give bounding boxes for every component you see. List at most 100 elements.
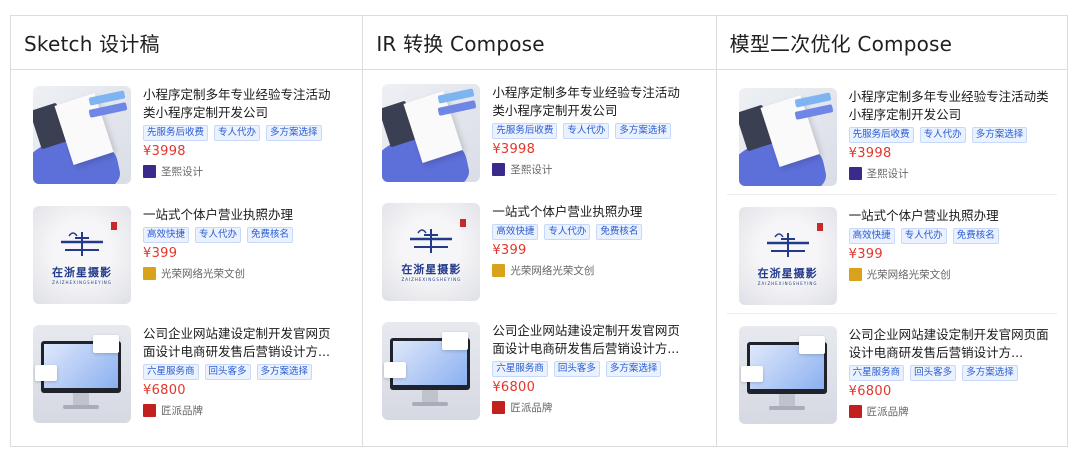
mockup-thumbnail[interactable] [33,86,131,184]
brand-logo-thumbnail[interactable]: 在浙星摄影 ZAIZHEXINGSHEYING [738,207,837,305]
brand-logo-thumbnail[interactable]: 在浙星摄影 ZAIZHEXINGSHEYING [382,203,481,301]
service-tag: 多方案选择 [256,364,313,380]
brand-wordmark: 在浙星摄影 [52,266,112,279]
mockup-thumbnail[interactable] [738,88,837,186]
card-title[interactable]: 小程序定制多年专业经验专注活动类小程序定制开发公司 [492,84,682,120]
tag-list: 六星服务商 回头客多 多方案选择 [492,361,682,377]
card-info: 公司企业网站建设定制开发官网页面设计电商研发售后营销设计方... 六星服务商 回头客… [143,325,333,423]
shop-link[interactable]: 光荣网络光荣文创 [492,263,682,278]
shop-link[interactable]: 匠派品牌 [143,403,333,418]
seal-stamp [460,219,467,227]
tag-list: 六星服务商 回头客多 多方案选择 [143,364,333,380]
shop-name: 圣熙设计 [510,164,553,176]
floating-card [384,362,407,378]
seal-stamp [111,222,117,230]
service-card[interactable]: 小程序定制多年专业经验专注活动类小程序定制开发公司先服务后收费 专人代办 多方案选择… [382,84,682,182]
card-title[interactable]: 一站式个体户营业执照办理 [849,207,1054,225]
shop-logo-icon [143,404,156,417]
service-card[interactable]: 公司企业网站建设定制开发官网页面设计电商研发售后营销设计方... 六星服务商 回头客… [382,322,682,420]
price: ¥399 [143,246,178,261]
service-tag: 多方案选择 [266,125,322,141]
shop-link[interactable]: 匠派品牌 [848,404,1054,419]
shop-name: 匠派品牌 [866,406,909,418]
card-title[interactable]: 一站式个体户营业执照办理 [492,203,682,221]
service-tag: 专人代办 [195,227,242,243]
shop-name: 光荣网络光荣文创 [866,269,951,281]
floating-card [93,335,119,353]
landscape-mark-icon [61,232,103,256]
tag-list: 先服务后收费 专人代办 多方案选择 [848,127,1054,143]
service-card[interactable]: 在浙星摄影 ZAIZHEXINGSHEYING 一站式个体户营业执照办理 高效快捷 专人… [382,203,682,301]
service-tag: 专人代办 [919,127,966,143]
service-tag: 高效快捷 [143,227,190,243]
card-title[interactable]: 公司企业网站建设定制开发官网页面设计电商研发售后营销设计方... [492,322,682,358]
price: ¥399 [848,247,883,262]
base-shape [412,402,449,406]
service-card[interactable]: 公司企业网站建设定制开发官网页面设计电商研发售后营销设计方... 六星服务商 回头客… [33,325,333,423]
shop-name: 圣熙设计 [866,168,909,180]
shop-name: 光荣网络光荣文创 [510,265,595,277]
monitor-thumbnail[interactable] [33,325,131,423]
shop-link[interactable]: 圣熙设计 [848,166,1054,181]
service-tag: 高效快捷 [848,228,895,244]
service-tag: 免费核名 [247,227,294,243]
column-sketch: Sketch 设计稿 小程序定制多年专业经验专注活动类小程序定制开发公司 先服务后… [11,16,363,446]
price: ¥6800 [848,384,892,399]
service-tag: 多方案选择 [605,361,662,377]
price: ¥3998 [143,144,186,159]
tag-list: 先服务后收费 专人代办 多方案选择 [143,125,333,141]
service-tag: 先服务后收费 [143,125,209,141]
card-info: 小程序定制多年专业经验专注活动类小程序定制开发公司先服务后收费 专人代办 多方案选择… [848,88,1054,186]
shop-logo-icon [848,405,862,418]
monitor-thumbnail[interactable] [738,326,837,424]
landscape-mark-icon [410,229,453,253]
shop-logo-icon [848,167,862,180]
shop-logo-icon [143,267,156,280]
column-title: IR 转换 Compose [363,16,716,70]
price: ¥6800 [492,380,536,395]
service-card[interactable]: 小程序定制多年专业经验专注活动类小程序定制开发公司先服务后收费 专人代办 多方案选择… [33,86,333,184]
stand-shape [422,390,439,402]
service-tag: 先服务后收费 [848,127,914,143]
brand-subtitle: ZAIZHEXINGSHEYING [757,281,818,286]
card-title[interactable]: 公司企业网站建设定制开发官网页面设计电商研发售后营销设计方... [849,326,1054,362]
service-card[interactable]: 小程序定制多年专业经验专注活动类小程序定制开发公司先服务后收费 专人代办 多方案选择… [738,88,1054,186]
monitor-thumbnail[interactable] [382,322,481,420]
shop-link[interactable]: 匠派品牌 [492,400,682,415]
stand-shape [73,393,89,405]
shop-name: 圣熙设计 [161,166,203,178]
shop-logo-icon [492,264,506,277]
comparison-table: Sketch 设计稿 小程序定制多年专业经验专注活动类小程序定制开发公司 先服务后… [10,15,1068,447]
card-title[interactable]: 小程序定制多年专业经验专注活动类小程序定制开发公司 [849,88,1054,124]
floating-card [740,366,763,382]
base-shape [63,405,99,409]
service-tag: 六星服务商 [848,365,905,381]
shop-name: 光荣网络光荣文创 [161,268,245,280]
brand-subtitle: ZAIZHEXINGSHEYING [52,280,112,285]
tag-list: 高效快捷 专人代办 免费核名 [143,227,333,243]
card-info: 小程序定制多年专业经验专注活动类小程序定制开发公司先服务后收费 专人代办 多方案选择… [143,86,333,184]
brand-wordmark: 在浙星摄影 [401,263,462,276]
shop-link[interactable]: 光荣网络光荣文创 [848,267,1054,282]
service-tag: 多方案选择 [971,127,1028,143]
brand-logo-thumbnail[interactable]: 在浙星摄影 ZAIZHEXINGSHEYING [33,206,131,304]
card-title[interactable]: 一站式个体户营业执照办理 [143,206,333,224]
service-card[interactable]: 公司企业网站建设定制开发官网页面设计电商研发售后营销设计方... 六星服务商 回头客… [738,326,1054,424]
shop-link[interactable]: 圣熙设计 [492,162,682,177]
card-title[interactable]: 小程序定制多年专业经验专注活动类小程序定制开发公司 [143,86,333,122]
service-tag: 专人代办 [900,228,947,244]
column-optimized-compose: 模型二次优化 Compose 小程序定制多年专业经验专注活动类小程序定制开发公司… [715,16,1067,446]
mockup-thumbnail[interactable] [382,84,481,182]
shop-logo-icon [492,401,506,414]
floating-card [35,365,57,381]
card-info: 公司企业网站建设定制开发官网页面设计电商研发售后营销设计方... 六星服务商 回头客… [848,326,1054,424]
service-tag: 六星服务商 [492,361,548,377]
column-title: 模型二次优化 Compose [716,16,1067,70]
service-card[interactable]: 在浙星摄影 ZAIZHEXINGSHEYING 一站式个体户营业执照办理 高效快捷 专人… [738,207,1054,305]
shop-link[interactable]: 圣熙设计 [143,164,333,179]
shop-link[interactable]: 光荣网络光荣文创 [143,266,333,281]
tag-list: 先服务后收费 专人代办 多方案选择 [492,123,682,139]
service-tag: 免费核名 [596,224,643,240]
card-title[interactable]: 公司企业网站建设定制开发官网页面设计电商研发售后营销设计方... [143,325,333,361]
service-card[interactable]: 在浙星摄影 ZAIZHEXINGSHEYING 一站式个体户营业执照办理 高效快捷 专人… [33,206,333,304]
